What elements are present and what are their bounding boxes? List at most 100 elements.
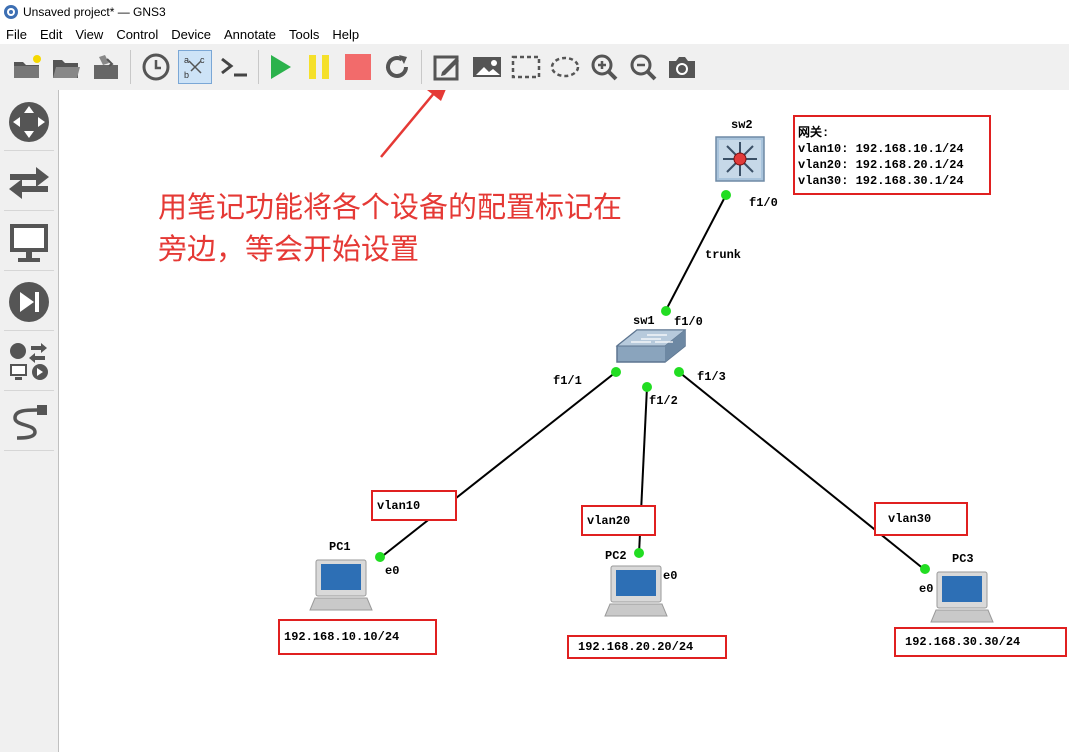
port-label-pc2-e0: e0 [663, 569, 677, 583]
browse-switches-button[interactable] [4, 154, 54, 211]
zoom-in-button[interactable] [587, 50, 621, 84]
snapshot-button[interactable] [89, 50, 123, 84]
reload-all-button[interactable] [380, 50, 414, 84]
draw-ellipse-button[interactable] [548, 50, 582, 84]
stop-all-button[interactable] [341, 50, 375, 84]
zoom-out-button[interactable] [626, 50, 660, 84]
device-sw2[interactable]: sw2 [715, 118, 765, 182]
menu-control[interactable]: Control [110, 27, 165, 42]
ip-box-pc2[interactable]: 192.168.20.20/24 [567, 635, 727, 659]
device-panel [0, 90, 59, 752]
status-dot [634, 548, 644, 558]
cable-link-icon [13, 405, 47, 440]
port-label-pc1-e0: e0 [385, 564, 399, 578]
folder-open-icon [53, 60, 80, 78]
clock-icon [142, 53, 170, 81]
add-note-button[interactable] [430, 50, 464, 84]
title-bar: Unsaved project* — GNS3 [0, 0, 1069, 24]
pencil-note-icon [433, 55, 459, 81]
menu-edit[interactable]: Edit [34, 27, 69, 42]
gateway-vlan20: vlan20: 192.168.20.1/24 [798, 158, 964, 172]
vlan-label-pc2: vlan20 [587, 513, 631, 528]
all-devices-icon [10, 343, 48, 380]
gateway-note-box[interactable]: 网关: vlan10: 192.168.10.1/24 vlan20: 192.… [793, 115, 991, 195]
label-pc1: PC1 [329, 540, 351, 554]
ip-box-pc3[interactable]: 192.168.30.30/24 [894, 627, 1067, 657]
browse-security-devices-button[interactable] [4, 274, 54, 331]
new-project-button[interactable] [10, 50, 44, 84]
menu-view[interactable]: View [69, 27, 110, 42]
clock-button[interactable] [139, 50, 173, 84]
pause-icon [309, 55, 329, 79]
menu-tools[interactable]: Tools [283, 27, 326, 42]
pause-all-button[interactable] [302, 50, 336, 84]
vlan-label-pc1: vlan10 [377, 498, 421, 513]
menu-annotate[interactable]: Annotate [218, 27, 283, 42]
add-link-button[interactable] [4, 394, 54, 451]
ip-label-pc1: 192.168.10.10/24 [284, 630, 400, 644]
skip-forward-icon [9, 282, 49, 322]
label-pc3: PC3 [952, 552, 974, 566]
switch-arrows-icon [9, 167, 49, 199]
screenshot-button[interactable] [665, 50, 699, 84]
gateway-vlan30: vlan30: 192.168.30.1/24 [798, 174, 964, 188]
device-pc2[interactable]: PC2 [604, 549, 668, 617]
main-toolbar: a c b [0, 44, 1069, 91]
draw-rectangle-button[interactable] [509, 50, 543, 84]
browse-end-devices-button[interactable] [4, 214, 54, 271]
ip-label-pc3: 192.168.30.30/24 [905, 635, 1021, 649]
svg-text:a: a [184, 55, 189, 65]
gateway-vlan10: vlan10: 192.168.10.1/24 [798, 142, 964, 156]
open-project-button[interactable] [49, 50, 83, 84]
vlan-box-pc3[interactable]: vlan30 [874, 502, 968, 536]
monitor-icon [10, 224, 48, 262]
device-pc1[interactable]: PC1 [309, 540, 373, 611]
camera-icon [669, 57, 695, 78]
console-button[interactable] [218, 50, 252, 84]
status-dot [611, 367, 621, 377]
link-label-trunk: trunk [705, 248, 741, 262]
topology-canvas[interactable]: sw2 sw1 PC1 PC2 PC3 f1/0 trunk f1/0 f1/1… [59, 90, 1069, 752]
router-icon [9, 102, 49, 142]
menu-bar: File Edit View Control Device Annotate T… [0, 24, 1069, 44]
label-pc2: PC2 [605, 549, 627, 563]
label-sw1: sw1 [633, 314, 655, 328]
annotation-note[interactable]: 用笔记功能将各个设备的配置标记在 旁边，等会开始设置 [158, 186, 698, 270]
snapshot-icon [94, 55, 118, 79]
stop-icon [345, 54, 371, 80]
status-dot [674, 367, 684, 377]
ellipse-icon [550, 56, 580, 78]
port-label-pc3-e0: e0 [919, 582, 933, 596]
port-label-sw2-f10: f1/0 [749, 196, 778, 210]
insert-image-button[interactable] [470, 50, 504, 84]
port-label-sw1-f10: f1/0 [674, 315, 703, 329]
rectangle-icon [511, 55, 541, 79]
annotation-arrow-line [380, 90, 439, 158]
status-dot [642, 382, 652, 392]
device-pc3[interactable]: PC3 [930, 552, 994, 623]
start-all-button[interactable] [263, 50, 297, 84]
browse-all-devices-button[interactable] [4, 334, 54, 391]
status-dot [661, 306, 671, 316]
status-dot [721, 190, 731, 200]
link-sw1-pc3[interactable] [678, 371, 926, 571]
annotation-note-line2: 旁边，等会开始设置 [158, 232, 420, 266]
menu-device[interactable]: Device [165, 27, 218, 42]
annotation-note-line1: 用笔记功能将各个设备的配置标记在 [158, 190, 623, 224]
ip-label-pc2: 192.168.20.20/24 [578, 640, 694, 654]
interface-labels-button[interactable]: a c b [178, 50, 212, 84]
vlan-box-pc2[interactable]: vlan20 [581, 505, 656, 536]
ip-box-pc1[interactable]: 192.168.10.10/24 [278, 619, 437, 655]
port-label-sw1-f13: f1/3 [697, 370, 726, 384]
zoom-out-icon [630, 54, 657, 81]
status-dot [375, 552, 385, 562]
browse-routers-button[interactable] [4, 94, 54, 151]
menu-file[interactable]: File [0, 27, 34, 42]
status-dot [920, 564, 930, 574]
zoom-in-icon [591, 54, 618, 81]
port-label-sw1-f11: f1/1 [553, 374, 582, 388]
folder-new-icon [14, 55, 41, 78]
menu-help[interactable]: Help [326, 27, 366, 42]
vlan-label-pc3: vlan30 [888, 512, 932, 526]
vlan-box-pc1[interactable]: vlan10 [371, 490, 457, 521]
